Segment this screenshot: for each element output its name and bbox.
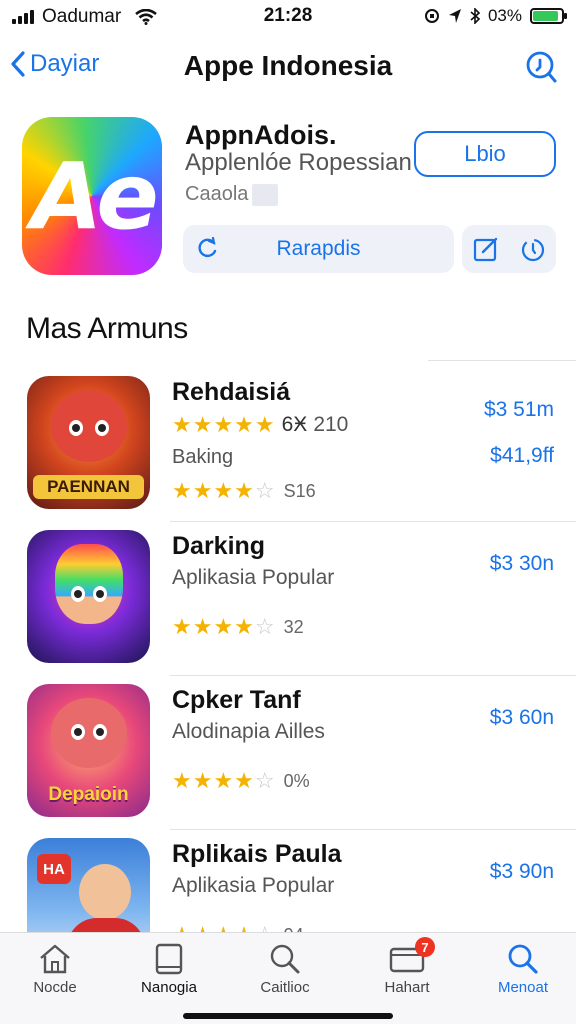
status-right: 03%	[424, 6, 567, 26]
featured-category-label: Caaola	[185, 183, 249, 205]
tab-nanogia[interactable]: Nanogia	[114, 943, 224, 996]
star-rating: ★★★★☆	[172, 768, 276, 793]
tab-label: Nocde	[33, 979, 77, 996]
app-icon-banner: HA	[37, 854, 71, 884]
bluetooth-icon	[470, 8, 480, 24]
notification-badge: 7	[415, 937, 435, 957]
rating-count: 0%	[283, 770, 310, 791]
tab-menoat[interactable]: Menoat	[468, 943, 576, 996]
location-icon	[448, 9, 461, 23]
side-actions	[462, 225, 556, 273]
app-icon[interactable]	[27, 530, 150, 663]
list-item[interactable]: Depaioin Cpker Tanf Alodinapia Ailles ★★…	[0, 676, 576, 830]
list-item[interactable]: PAENNAN Rehdaisiá ★★★★★ 6Ӿ 210 Baking ★★…	[0, 368, 576, 522]
edit-icon[interactable]	[473, 236, 499, 262]
app-title: Darking	[172, 532, 266, 560]
section-title: Mas Armuns	[26, 312, 188, 345]
featured-app-subtitle: Applenlóe Ropessian	[185, 149, 412, 176]
app-icon-eye	[71, 586, 85, 602]
app-icon-eye	[95, 420, 109, 436]
rating-label: 6Ӿ	[281, 413, 308, 436]
tab-bar: Nocde Nanogia Caitlioc 7 Hahart Menoat	[0, 932, 576, 1024]
tab-icon-wrap: 7	[387, 937, 435, 975]
section-divider	[428, 360, 576, 361]
tab-hahart[interactable]: 7 Hahart	[352, 937, 462, 996]
app-price[interactable]: $3 60n	[490, 706, 554, 730]
tab-label: Nanogia	[141, 979, 197, 996]
orientation-lock-icon	[424, 9, 439, 23]
app-title: Cpker Tanf	[172, 686, 301, 714]
tab-label: Hahart	[384, 979, 430, 996]
featured-app-category: Caaola	[185, 183, 279, 206]
app-secondary-rating: ★★★★☆ 32	[172, 614, 304, 640]
home-indicator[interactable]	[183, 1013, 393, 1019]
app-price[interactable]: $3 90n	[490, 860, 554, 884]
app-icon[interactable]: Depaioin	[27, 684, 150, 817]
app-icon-eye	[69, 420, 83, 436]
rarapdis-button[interactable]: Rarapdis	[183, 225, 454, 273]
timer-icon[interactable]	[520, 236, 546, 262]
tab-home[interactable]: Nocde	[0, 943, 110, 996]
nav-bar: Dayiar Appe Indonesia	[0, 40, 576, 96]
star-rating: ★★★★☆	[172, 614, 276, 639]
battery-percent: 03%	[487, 6, 522, 25]
rarapdis-label: Rarapdis	[276, 237, 361, 260]
app-list: PAENNAN Rehdaisiá ★★★★★ 6Ӿ 210 Baking ★★…	[0, 368, 576, 984]
rating-count: 210	[313, 413, 349, 436]
app-secondary-rating: ★★★★☆ 0%	[172, 768, 310, 794]
star-rating: ★★★★☆	[172, 478, 276, 503]
app-subtitle: Aplikasia Popular	[172, 566, 335, 589]
status-bar: Oadumar 21:28 03%	[0, 0, 576, 34]
app-icon-banner: Depaioin	[48, 784, 129, 805]
app-icon[interactable]: PAENNAN	[27, 376, 150, 509]
tab-caitlioc[interactable]: Caitlioc	[230, 943, 340, 996]
featured-app-icon[interactable]: Ae	[22, 117, 162, 275]
rating-count: 32	[283, 616, 304, 637]
app-icon-character	[55, 544, 123, 624]
tab-label: Menoat	[497, 979, 549, 996]
app-icon-banner: PAENNAN	[33, 475, 144, 499]
app-price[interactable]: $3 51m	[484, 398, 554, 422]
app-icon-eye	[93, 724, 107, 740]
app-price-secondary[interactable]: $41,9ff	[490, 444, 554, 468]
battery-icon	[530, 8, 567, 24]
app-icon-eye	[71, 724, 85, 740]
app-icon-character	[51, 698, 127, 768]
app-category: Baking	[172, 446, 234, 468]
app-subtitle: Alodinapia Ailles	[172, 720, 325, 743]
battery-fill	[533, 11, 559, 21]
app-title: Rehdaisiá	[172, 378, 291, 406]
app-icon-eye	[93, 586, 107, 602]
app-price[interactable]: $3 30n	[490, 552, 554, 576]
app-subtitle: Aplikasia Popular	[172, 874, 335, 897]
page-title: Appe Indonesia	[183, 50, 393, 81]
category-swatch	[252, 183, 279, 206]
app-icon-character	[51, 390, 127, 462]
featured-app-name: AppnAdois.	[185, 120, 337, 150]
app-secondary-rating: ★★★★☆ S16	[172, 478, 316, 504]
search-icon	[508, 944, 538, 974]
rating-count: S16	[283, 480, 316, 501]
home-icon	[40, 944, 70, 974]
app-icon-character	[79, 864, 131, 920]
app-title: Rplikais Paula	[172, 840, 342, 868]
list-item[interactable]: Darking Aplikasia Popular ★★★★☆ 32 $3 30…	[0, 522, 576, 676]
featured-icon-glyph: Ae	[31, 142, 159, 250]
tab-label: Caitlioc	[260, 979, 310, 996]
search-icon[interactable]	[524, 50, 558, 84]
search-icon	[270, 944, 300, 974]
featured-app: Ae AppnAdois. Applenlóe Ropessian Caaola…	[0, 112, 576, 282]
get-button[interactable]: Lbio	[414, 131, 556, 177]
tablet-icon	[155, 943, 183, 975]
app-rating-row: ★★★★★ 6Ӿ 210	[172, 412, 348, 438]
star-rating: ★★★★★	[172, 412, 276, 437]
